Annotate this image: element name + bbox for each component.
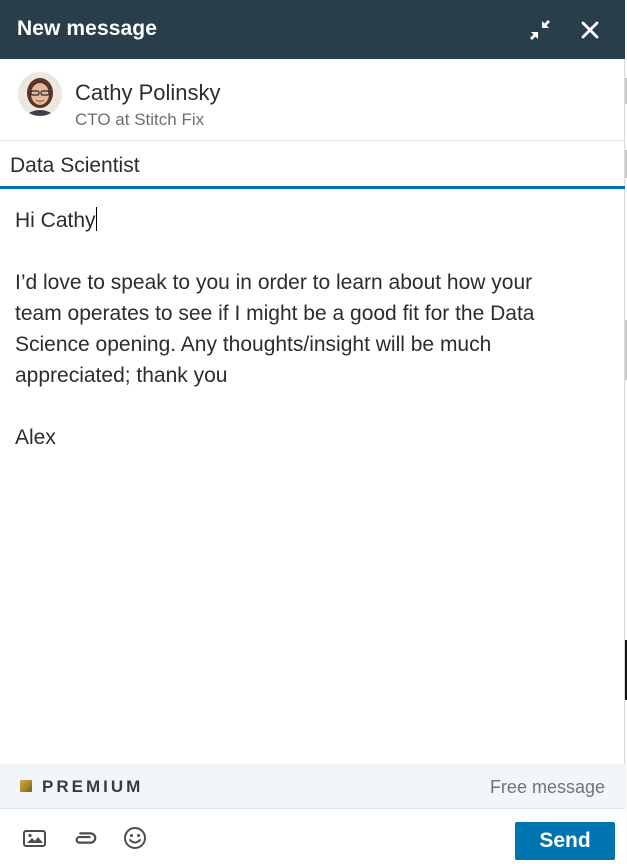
premium-badge-icon	[20, 780, 32, 792]
send-button[interactable]: Send	[515, 822, 615, 860]
message-text[interactable]: Hi Cathy I’d love to speak to you in ord…	[15, 205, 580, 453]
emoji-icon	[124, 827, 146, 849]
attach-file-button[interactable]	[72, 825, 98, 851]
premium-label: PREMIUM	[42, 777, 144, 796]
minimize-button[interactable]	[524, 14, 556, 46]
recipient-photo	[18, 72, 62, 116]
emoji-button[interactable]	[122, 825, 148, 851]
message-body-field[interactable]: Hi Cathy I’d love to speak to you in ord…	[0, 189, 625, 764]
compose-footer: Send	[0, 809, 625, 864]
minimize-arrows-icon	[530, 20, 550, 40]
message-greeting: Hi Cathy	[15, 209, 96, 232]
premium-bar: PREMIUM Free message	[0, 764, 625, 809]
image-icon	[23, 830, 46, 847]
compose-title: New message	[17, 17, 158, 40]
compose-header[interactable]: New message	[0, 0, 625, 59]
subject-value[interactable]: Data Scientist	[10, 154, 140, 178]
avatar[interactable]	[18, 72, 62, 116]
message-compose-window: New message Cathy Polinsky CTO at Stitch…	[0, 0, 625, 864]
close-button[interactable]	[574, 14, 606, 46]
paperclip-icon	[75, 832, 97, 844]
attach-image-button[interactable]	[22, 825, 48, 851]
free-message-label: Free message	[489, 777, 605, 797]
close-icon	[581, 21, 599, 39]
recipient-card[interactable]: Cathy Polinsky CTO at Stitch Fix	[0, 59, 625, 141]
message-body-text: I’d love to speak to you in order to lea…	[15, 271, 535, 449]
recipient-name[interactable]: Cathy Polinsky	[75, 80, 221, 106]
subject-field[interactable]: Data Scientist	[0, 141, 625, 189]
text-cursor	[95, 207, 97, 231]
recipient-headline: CTO at Stitch Fix	[75, 110, 205, 129]
